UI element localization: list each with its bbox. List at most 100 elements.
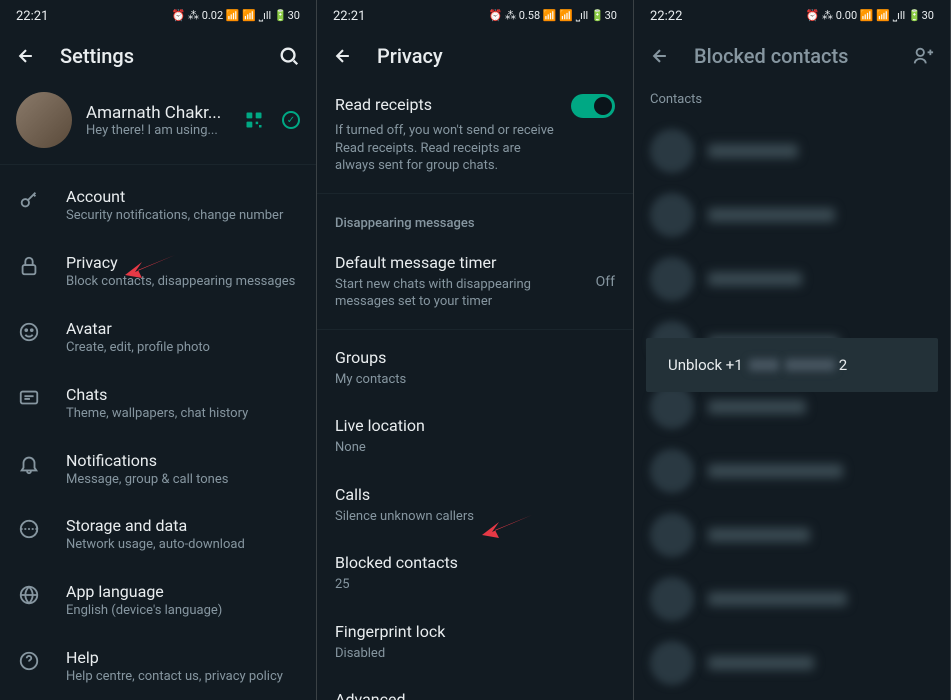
privacy-item-subtitle: None	[335, 439, 615, 457]
privacy-item-subtitle: Disabled	[335, 645, 615, 663]
contact-row[interactable]	[634, 183, 950, 247]
settings-item-title: App language	[66, 582, 300, 601]
contact-avatar	[650, 641, 694, 685]
status-time: 22:21	[333, 9, 365, 24]
contact-avatar	[650, 513, 694, 557]
settings-item-help[interactable]: Help Help centre, contact us, privacy po…	[0, 634, 316, 700]
back-icon[interactable]	[16, 46, 36, 66]
privacy-header: Privacy	[317, 32, 633, 80]
contact-row[interactable]	[634, 119, 950, 183]
privacy-item-subtitle: Start new chats with disappearing messag…	[335, 276, 584, 311]
settings-item-privacy[interactable]: Privacy Block contacts, disappearing mes…	[0, 239, 316, 305]
settings-item-subtitle: English (device's language)	[66, 603, 300, 620]
privacy-item-fingerprint-lock[interactable]: Fingerprint lock Disabled	[317, 608, 633, 677]
help-icon	[16, 648, 42, 672]
privacy-item-calls[interactable]: Calls Silence unknown callers	[317, 471, 633, 540]
settings-item-subtitle: Help centre, contact us, privacy policy	[66, 669, 300, 686]
blocked-header: Blocked contacts	[634, 32, 950, 80]
add-person-icon[interactable]	[912, 45, 934, 67]
settings-item-title: Account	[66, 187, 300, 206]
back-icon[interactable]	[650, 46, 670, 66]
profile-name: Amarnath Chakr...	[86, 103, 230, 123]
status-time: 22:22	[650, 9, 682, 24]
contact-name-blurred	[708, 656, 814, 670]
privacy-item-subtitle: 25	[335, 576, 615, 594]
check-circle-icon[interactable]: ✓	[282, 111, 300, 129]
status-icons: ⏰ ⁂ 0.00 📶 📶 ⎵ıll 🔋30	[806, 9, 934, 23]
contact-avatar	[650, 577, 694, 621]
contact-name-blurred	[708, 528, 810, 542]
settings-item-subtitle: Theme, wallpapers, chat history	[66, 406, 300, 423]
contacts-section-header: Contacts	[634, 80, 950, 119]
settings-item-storage-and-data[interactable]: Storage and data Network usage, auto-dow…	[0, 502, 316, 568]
face-icon	[16, 319, 42, 343]
privacy-item-title: Blocked contacts	[335, 553, 615, 572]
privacy-item-subtitle: Silence unknown callers	[335, 508, 615, 526]
privacy-panel: 22:21 ⏰ ⁂ 0.58 📶 📶 ⎵ıll 🔋30 Privacy Read…	[317, 0, 634, 700]
status-bar: 22:21 ⏰ ⁂ 0.02 📶 📶 ⎵ıll 🔋30	[0, 0, 316, 32]
status-icons: ⏰ ⁂ 0.58 📶 📶 ⎵ıll 🔋30	[489, 9, 617, 23]
settings-item-subtitle: Create, edit, profile photo	[66, 340, 300, 357]
back-icon[interactable]	[333, 46, 353, 66]
settings-item-subtitle: Block contacts, disappearing messages	[66, 274, 300, 291]
search-icon[interactable]	[278, 45, 300, 67]
settings-item-app-language[interactable]: App language English (device's language)	[0, 568, 316, 634]
privacy-item-title: Live location	[335, 416, 615, 435]
key-icon	[16, 187, 42, 211]
settings-item-subtitle: Network usage, auto-download	[66, 537, 300, 554]
privacy-item-subtitle: My contacts	[335, 371, 615, 389]
privacy-item-default-message-timer[interactable]: Default message timer Start new chats wi…	[317, 239, 633, 325]
contact-row[interactable]	[634, 503, 950, 567]
page-title: Settings	[60, 44, 254, 68]
settings-item-notifications[interactable]: Notifications Message, group & call tone…	[0, 437, 316, 503]
settings-item-title: Chats	[66, 385, 300, 404]
privacy-item-title: Fingerprint lock	[335, 622, 615, 641]
settings-header: Settings	[0, 32, 316, 80]
settings-item-subtitle: Message, group & call tones	[66, 472, 300, 489]
status-bar: 22:22 ⏰ ⁂ 0.00 📶 📶 ⎵ıll 🔋30	[634, 0, 950, 32]
privacy-item-value: Off	[596, 274, 615, 290]
settings-item-avatar[interactable]: Avatar Create, edit, profile photo	[0, 305, 316, 371]
settings-panel: 22:21 ⏰ ⁂ 0.02 📶 📶 ⎵ıll 🔋30 Settings Ama…	[0, 0, 317, 700]
unblock-suffix: 2	[839, 356, 847, 374]
settings-item-account[interactable]: Account Security notifications, change n…	[0, 173, 316, 239]
privacy-item-title: Calls	[335, 485, 615, 504]
privacy-read-receipts[interactable]: Read receipts If turned off, you won't s…	[317, 80, 633, 189]
unblock-prefix: Unblock +1	[668, 356, 743, 374]
blocked-contacts-panel: 22:22 ⏰ ⁂ 0.00 📶 📶 ⎵ıll 🔋30 Blocked cont…	[634, 0, 951, 700]
read-receipts-subtitle: If turned off, you won't send or receive…	[335, 122, 555, 175]
bell-icon	[16, 451, 42, 475]
contact-row[interactable]	[634, 631, 950, 695]
contact-name-blurred	[708, 464, 843, 478]
page-title: Privacy	[377, 44, 617, 68]
status-bar: 22:21 ⏰ ⁂ 0.58 📶 📶 ⎵ıll 🔋30	[317, 0, 633, 32]
privacy-item-title: Groups	[335, 348, 615, 367]
settings-item-subtitle: Security notifications, change number	[66, 208, 300, 225]
contact-row[interactable]	[634, 439, 950, 503]
profile-section[interactable]: Amarnath Chakr... Hey there! I am using.…	[0, 80, 316, 160]
privacy-item-title: Default message timer	[335, 253, 584, 272]
privacy-item-groups[interactable]: Groups My contacts	[317, 334, 633, 403]
contact-row[interactable]	[634, 247, 950, 311]
settings-item-title: Notifications	[66, 451, 300, 470]
contact-name-blurred	[708, 208, 835, 222]
contact-avatar	[650, 129, 694, 173]
settings-item-chats[interactable]: Chats Theme, wallpapers, chat history	[0, 371, 316, 437]
qr-icon[interactable]	[244, 110, 264, 130]
settings-item-title: Help	[66, 648, 300, 667]
page-title: Blocked contacts	[694, 44, 888, 68]
privacy-item-advanced[interactable]: Advanced Protect IP address in calls	[317, 676, 633, 700]
blurred-number	[749, 359, 779, 371]
read-receipts-toggle[interactable]	[571, 94, 615, 118]
contact-row[interactable]	[634, 567, 950, 631]
settings-list: Account Security notifications, change n…	[0, 169, 316, 700]
lock-icon	[16, 253, 42, 277]
unblock-popup[interactable]: Unblock +1 2	[646, 338, 938, 392]
settings-item-title: Avatar	[66, 319, 300, 338]
read-receipts-title: Read receipts	[335, 95, 432, 114]
profile-actions: ✓	[244, 110, 300, 130]
privacy-item-live-location[interactable]: Live location None	[317, 402, 633, 471]
privacy-item-blocked-contacts[interactable]: Blocked contacts 25	[317, 539, 633, 608]
contact-avatar	[650, 449, 694, 493]
divider	[317, 193, 633, 194]
